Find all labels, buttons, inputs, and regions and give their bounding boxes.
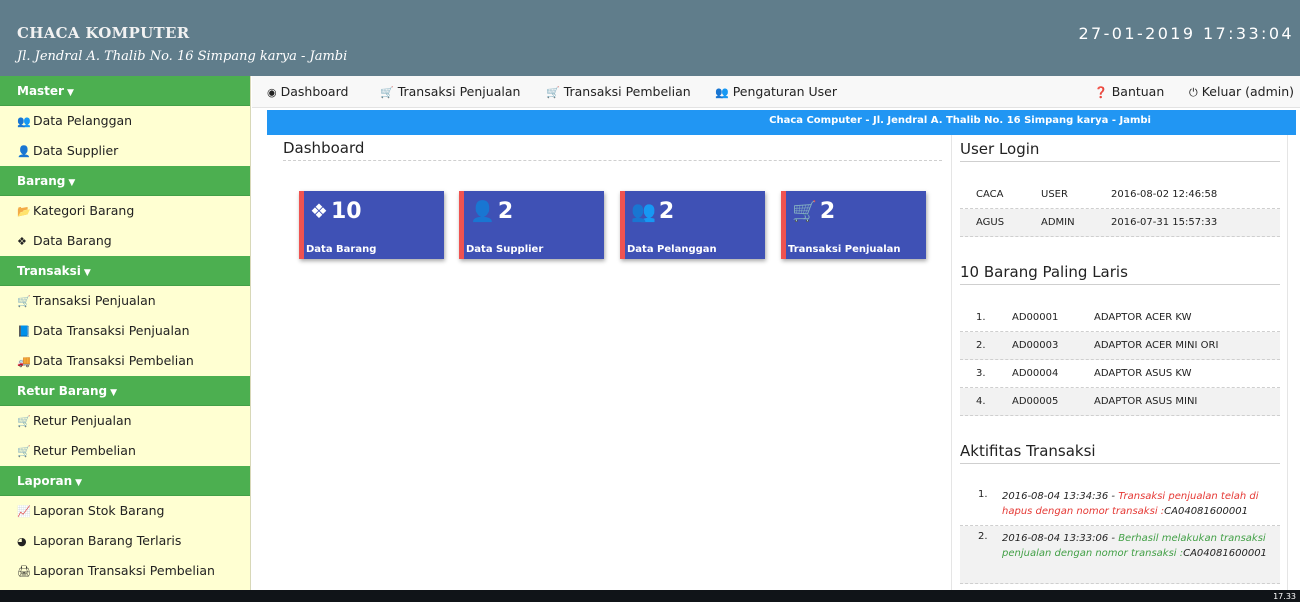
brand-title: CHACA KOMPUTER: [17, 24, 190, 42]
sidebar-section-transaksi[interactable]: Transaksi ▼: [0, 256, 250, 286]
caret-down-icon: ▼: [66, 88, 74, 98]
truck-icon: 🚚: [17, 355, 31, 368]
caret-down-icon: ▼: [110, 388, 118, 398]
table-row: 2. AD00003 ADAPTOR ACER MINI ORI: [960, 332, 1280, 360]
table-row: 1. AD00001 ADAPTOR ACER KW: [960, 304, 1280, 332]
table-row: CACA USER 2016-08-02 12:46:58: [960, 181, 1280, 209]
nav-transaksi-pembelian[interactable]: 🛒 Transaksi Pembelian: [546, 76, 691, 108]
sidebar-item-data-transaksi-penjualan[interactable]: 📘 Data Transaksi Penjualan: [0, 316, 250, 346]
sidebar-item-data-supplier[interactable]: 👤 Data Supplier: [0, 136, 250, 166]
sidebar-item-laporan-stok-barang[interactable]: 📈 Laporan Stok Barang: [0, 496, 250, 526]
cart-icon: 🛒: [380, 86, 394, 99]
sidebar-item-data-pelanggan[interactable]: 👥 Data Pelanggan: [0, 106, 250, 136]
sidebar-section-retur-barang[interactable]: Retur Barang ▼: [0, 376, 250, 406]
sidebar-item-laporan-barang-terlaris[interactable]: ◕ Laporan Barang Terlaris: [0, 526, 250, 556]
table-row: AGUS ADMIN 2016-07-31 15:57:33: [960, 209, 1280, 237]
right-panel: User Login CACA USER 2016-08-02 12:46:58…: [951, 135, 1288, 590]
cart-arrow-icon: 🛒: [17, 445, 31, 458]
clock: 27-01-2019 17:33:04: [1078, 24, 1294, 43]
os-taskbar: 17.33: [0, 590, 1300, 602]
list-item: 2. 2016-08-04 13:33:06 - Berhasil melaku…: [960, 526, 1280, 584]
dashboard-icon: ◉: [267, 86, 277, 99]
sidebar-section-master[interactable]: Master ▼: [0, 76, 250, 106]
power-icon: ⏻: [1189, 86, 1198, 99]
line-chart-icon: 📈: [17, 505, 31, 518]
cart-icon: 🛒: [792, 199, 817, 223]
sidebar-item-retur-penjualan[interactable]: 🛒 Retur Penjualan: [0, 406, 250, 436]
question-icon: ❓: [1094, 86, 1108, 99]
info-banner: Chaca Computer - Jl. Jendral A. Thalib N…: [267, 110, 1296, 135]
brand-address: Jl. Jendral A. Thalib No. 16 Simpang kar…: [17, 49, 348, 64]
table-row: 3. AD00004 ADAPTOR ASUS KW: [960, 360, 1280, 388]
cubes-icon: ❖: [310, 199, 328, 223]
caret-down-icon: ▼: [75, 478, 83, 488]
user-login-title: User Login: [960, 140, 1280, 162]
top-navbar: ◉ Dashboard 🛒 Transaksi Penjualan 🛒 Transak…: [252, 76, 1300, 108]
list-item: 1. 2016-08-04 13:34:36 - Transaksi penju…: [960, 484, 1280, 526]
sidebar-item-transaksi-penjualan[interactable]: 🛒 Transaksi Penjualan: [0, 286, 250, 316]
cubes-icon: ❖: [17, 235, 27, 248]
activity-title: Aktifitas Transaksi: [960, 442, 1280, 464]
user-icon: 👤: [17, 145, 31, 158]
sidebar-item-laporan-transaksi-pembelian[interactable]: 🖨 Laporan Transaksi Pembelian: [0, 556, 250, 586]
users-icon: 👥: [17, 115, 31, 128]
nav-keluar[interactable]: ⏻ Keluar (admin): [1189, 76, 1294, 108]
caret-down-icon: ▼: [68, 178, 76, 188]
sidebar: Master ▼ 👥 Data Pelanggan 👤 Data Supplier B…: [0, 76, 251, 590]
book-icon: 📘: [17, 325, 31, 338]
sidebar-section-barang[interactable]: Barang ▼: [0, 166, 250, 196]
cart-arrow-icon: 🛒: [17, 415, 31, 428]
nav-pengaturan-user[interactable]: 👥 Pengaturan User: [715, 76, 837, 108]
caret-down-icon: ▼: [83, 268, 91, 278]
table-row: 4. AD00005 ADAPTOR ASUS MINI: [960, 388, 1280, 416]
cart-icon: 🛒: [17, 295, 31, 308]
sidebar-item-data-transaksi-pembelian[interactable]: 🚚 Data Transaksi Pembelian: [0, 346, 250, 376]
stat-card-data-supplier[interactable]: 👤 2 Data Supplier: [459, 191, 604, 259]
taskbar-clock: 17.33: [1273, 592, 1296, 601]
stat-card-transaksi-penjualan[interactable]: 🛒 2 Transaksi Penjualan: [781, 191, 926, 259]
nav-dashboard[interactable]: ◉ Dashboard: [267, 76, 348, 108]
users-icon: 👥: [631, 199, 656, 223]
stat-card-data-pelanggan[interactable]: 👥 2 Data Pelanggan: [620, 191, 765, 259]
nav-bantuan[interactable]: ❓ Bantuan: [1094, 76, 1164, 108]
nav-transaksi-penjualan[interactable]: 🛒 Transaksi Penjualan: [380, 76, 520, 108]
stat-card-data-barang[interactable]: ❖ 10 Data Barang: [299, 191, 444, 259]
pie-chart-icon: ◕: [17, 535, 27, 548]
users-icon: 👥: [715, 86, 729, 99]
folder-icon: 📂: [17, 205, 31, 218]
sidebar-item-data-barang[interactable]: ❖ Data Barang: [0, 226, 250, 256]
print-icon: 🖨: [17, 565, 31, 578]
dashboard-title: Dashboard: [283, 139, 942, 161]
app-header: CHACA KOMPUTER Jl. Jendral A. Thalib No.…: [0, 0, 1300, 76]
cart-icon: 🛒: [546, 86, 560, 99]
sidebar-item-kategori-barang[interactable]: 📂 Kategori Barang: [0, 196, 250, 226]
sidebar-section-laporan[interactable]: Laporan ▼: [0, 466, 250, 496]
user-icon: 👤: [470, 199, 495, 223]
sidebar-item-retur-pembelian[interactable]: 🛒 Retur Pembelian: [0, 436, 250, 466]
top-items-title: 10 Barang Paling Laris: [960, 263, 1280, 285]
